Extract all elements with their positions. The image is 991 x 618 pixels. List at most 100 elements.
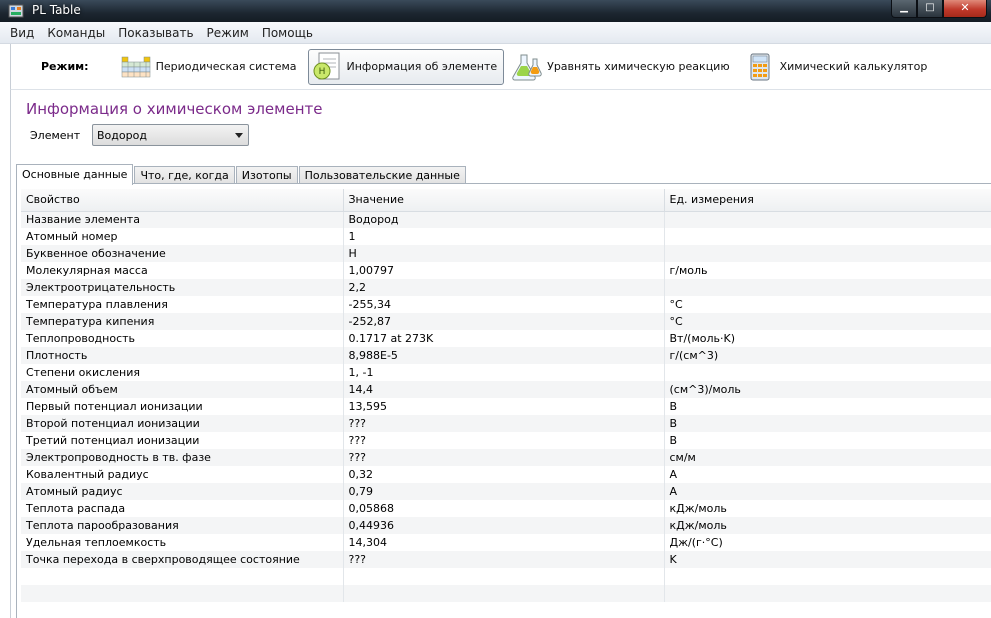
value-cell: -255,34 [343, 296, 665, 313]
column-header-property[interactable]: Свойство [21, 189, 344, 212]
basic-data-panel: Свойство Значение Ед. измерения Название… [16, 183, 991, 618]
menu-bar: Вид Команды Показывать Режим Помощь [0, 22, 991, 44]
property-cell: Теплопроводность [21, 330, 344, 347]
table-row[interactable]: Ковалентный радиус 0,32 A [21, 466, 991, 483]
column-header-value[interactable]: Значение [343, 189, 665, 212]
unit-cell: г/(см^3) [664, 347, 991, 364]
table-row[interactable]: Электропроводность в тв. фазе??? см/м [21, 449, 991, 466]
table-row[interactable]: Второй потенциал ионизации??? В [21, 415, 991, 432]
unit-cell [664, 279, 991, 296]
unit-cell: кДж/моль [664, 517, 991, 534]
tab-isotopes[interactable]: Изотопы [235, 166, 298, 184]
property-cell: Третий потенциал ионизации [21, 432, 344, 449]
table-row[interactable]: Атомный радиус 0,79 A [21, 483, 991, 500]
element-info-panel: Информация о химическом элементе Элемент… [10, 89, 991, 618]
element-info-button[interactable]: H Информация об элементе [307, 48, 505, 85]
table-row[interactable]: Электроотрицательность 2,2 [21, 279, 991, 296]
property-cell: Первый потенциал ионизации [21, 398, 344, 415]
property-cell: Температура кипения [21, 313, 344, 330]
menu-view[interactable]: Вид [10, 26, 34, 40]
tab-user-data[interactable]: Пользовательские данные [298, 166, 466, 184]
menu-show[interactable]: Показывать [118, 26, 193, 40]
element-info-label: Информация об элементе [346, 60, 498, 73]
unit-cell: °C [664, 313, 991, 330]
table-row[interactable]: Удельная теплоемкость 14,304 Дж/(г·°C) [21, 534, 991, 551]
table-row[interactable]: Точка перехода в сверхпроводящее состоян… [21, 551, 991, 568]
minimize-button[interactable]: ▁ [891, 0, 917, 18]
calculator-icon [750, 53, 770, 80]
unit-cell [664, 364, 991, 381]
unit-cell [664, 211, 991, 228]
property-cell: Атомный объем [21, 381, 344, 398]
empty-cell [664, 568, 991, 585]
balance-reaction-button[interactable]: Уравнять химическую реакцию [508, 49, 736, 85]
calculator-button[interactable]: Химический калькулятор [741, 49, 935, 85]
tab-basic-data[interactable]: Основные данные [16, 164, 134, 185]
value-cell: Водород [343, 211, 665, 228]
periodic-table-label: Периодическая система [155, 60, 297, 73]
unit-cell: A [664, 466, 991, 483]
property-cell: Теплота распада [21, 500, 344, 517]
table-row[interactable]: Температура кипения -252,87 °C [21, 313, 991, 330]
page-title: Информация о химическом элементе [26, 100, 323, 118]
table-row[interactable]: Теплота парообразования 0,44936 кДж/моль [21, 517, 991, 534]
mode-toolbar: Режим: Периодическая система H Информаци… [10, 44, 991, 89]
value-cell: 0,79 [343, 483, 665, 500]
unit-cell: В [664, 415, 991, 432]
empty-row [21, 568, 991, 585]
value-cell: 0,32 [343, 466, 665, 483]
window-title: PL Table [32, 3, 81, 17]
table-row[interactable]: Атомный номер 1 [21, 228, 991, 245]
property-cell: Атомный радиус [21, 483, 344, 500]
menu-help[interactable]: Помощь [262, 26, 313, 40]
value-cell: ??? [343, 415, 665, 432]
table-row[interactable]: Буквенное обозначение H [21, 245, 991, 262]
property-cell: Буквенное обозначение [21, 245, 344, 262]
value-cell: ??? [343, 432, 665, 449]
empty-cell [343, 585, 665, 602]
unit-cell: В [664, 432, 991, 449]
table-row[interactable]: Название элемента Водород [21, 211, 991, 228]
value-cell: 0,44936 [343, 517, 665, 534]
empty-row [21, 585, 991, 602]
table-row[interactable]: Теплопроводность 0.1717 at 273K Вт/(моль·K… [21, 330, 991, 347]
element-select[interactable]: Водород [92, 124, 249, 146]
calculator-label: Химический калькулятор [779, 60, 928, 73]
mode-label: Режим: [41, 60, 89, 73]
unit-cell: °C [664, 296, 991, 313]
unit-cell: см/м [664, 449, 991, 466]
property-cell: Степени окисления [21, 364, 344, 381]
table-row[interactable]: Третий потенциал ионизации??? В [21, 432, 991, 449]
property-cell: Атомный номер [21, 228, 344, 245]
element-info-icon: H [313, 52, 340, 79]
table-row[interactable]: Теплота распада 0,05868 кДж/моль [21, 500, 991, 517]
unit-cell: A [664, 483, 991, 500]
title-bar: PL Table ▁ □ ✕ [0, 0, 991, 22]
column-header-unit[interactable]: Ед. измерения [664, 189, 991, 212]
chevron-down-icon [235, 133, 243, 138]
menu-commands[interactable]: Команды [47, 26, 105, 40]
property-cell: Точка перехода в сверхпроводящее состоян… [21, 551, 344, 568]
table-body: Название элемента Водород Атомный номер 1 Бу… [21, 211, 991, 602]
svg-text:H: H [318, 67, 325, 77]
table-row[interactable]: Плотность 8,988E-5 г/(см^3) [21, 347, 991, 364]
value-cell: ??? [343, 449, 665, 466]
table-row[interactable]: Температура плавления -255,34 °C [21, 296, 991, 313]
value-cell: ??? [343, 551, 665, 568]
unit-cell: Дж/(г·°C) [664, 534, 991, 551]
property-cell: Второй потенциал ионизации [21, 415, 344, 432]
periodic-table-button[interactable]: Периодическая система [117, 49, 304, 85]
close-button[interactable]: ✕ [943, 0, 987, 18]
table-row[interactable]: Первый потенциал ионизации 13,595 В [21, 398, 991, 415]
table-row[interactable]: Атомный объем 14,4 (см^3)/моль [21, 381, 991, 398]
maximize-button[interactable]: □ [917, 0, 943, 18]
table-row[interactable]: Степени окисления 1, -1 [21, 364, 991, 381]
table-row[interactable]: Молекулярная масса 1,00797 г/моль [21, 262, 991, 279]
value-cell: 0.1717 at 273K [343, 330, 665, 347]
tab-what-where-when[interactable]: Что, где, когда [134, 166, 235, 184]
unit-cell: Вт/(моль·K) [664, 330, 991, 347]
menu-mode[interactable]: Режим [207, 26, 249, 40]
empty-cell [21, 568, 344, 585]
property-cell: Электроотрицательность [21, 279, 344, 296]
periodic-table-icon [121, 56, 150, 77]
